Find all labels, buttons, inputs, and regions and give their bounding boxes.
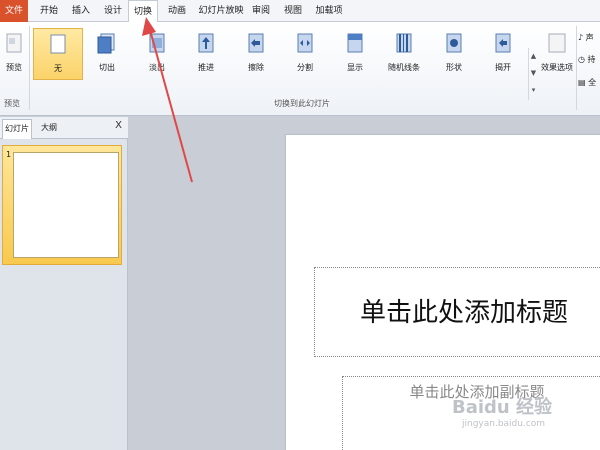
transition-wipe-button[interactable]: 擦除: [231, 28, 281, 80]
watermark: Baidu 经验 jingyan.baidu.com: [452, 393, 552, 429]
shape-icon: [446, 33, 462, 53]
tab-slides[interactable]: 幻灯片: [2, 119, 32, 139]
timing-apply-all[interactable]: ▤ 全: [578, 77, 596, 88]
group-separator: [576, 26, 577, 110]
scroll-down-icon[interactable]: ▼: [529, 65, 538, 82]
effect-options-label: 效果选项: [541, 63, 573, 72]
group-separator: [29, 26, 30, 110]
preview-icon: [6, 33, 22, 53]
transition-label: 分割: [297, 63, 313, 72]
tab-transitions[interactable]: 切换: [128, 0, 158, 23]
cut-icon: [97, 33, 115, 54]
tab-home[interactable]: 开始: [36, 0, 62, 22]
watermark-url: jingyan.baidu.com: [462, 419, 546, 429]
menu-bar: 文件 开始 插入 设计 切换 动画 幻灯片放映 审阅 视图 加载项: [0, 0, 600, 23]
tab-view[interactable]: 视图: [280, 0, 306, 22]
transition-fade-button[interactable]: 淡出: [132, 28, 182, 80]
transition-label: 切出: [99, 63, 115, 72]
preview-group-label: 预览: [4, 99, 20, 108]
scroll-up-icon[interactable]: ▲: [529, 48, 538, 65]
transition-label: 形状: [446, 63, 462, 72]
title-placeholder[interactable]: 单击此处添加标题: [314, 267, 600, 357]
transitions-group-label: 切换到此幻灯片: [274, 99, 330, 108]
tab-insert[interactable]: 插入: [68, 0, 94, 22]
uncover-icon: [495, 33, 511, 53]
more-icon[interactable]: ▾: [529, 82, 538, 99]
transition-cut-button[interactable]: 切出: [82, 28, 132, 80]
transition-uncover-button[interactable]: 揭开: [478, 28, 528, 80]
preview-button[interactable]: 预览: [0, 28, 28, 80]
random-bars-icon: [396, 33, 412, 53]
slide-thumbnail[interactable]: [13, 152, 119, 258]
panel-tabs: 幻灯片 大纲 X: [0, 117, 128, 139]
transition-label: 随机线条: [388, 63, 420, 72]
close-panel-icon[interactable]: X: [115, 120, 122, 131]
split-icon: [297, 33, 313, 53]
effect-options-icon: [548, 33, 566, 53]
apply-all-icon: ▤: [578, 78, 589, 87]
tab-design[interactable]: 设计: [100, 0, 126, 22]
tab-slide-show[interactable]: 幻灯片放映: [198, 0, 244, 22]
transition-shape-button[interactable]: 形状: [429, 28, 479, 80]
slides-panel: 幻灯片 大纲 X 1: [0, 117, 128, 450]
transition-label: 揭开: [495, 63, 511, 72]
transition-label: 显示: [347, 63, 363, 72]
gallery-scroll[interactable]: ▲ ▼ ▾: [528, 48, 538, 100]
transition-none-button[interactable]: 无: [33, 28, 83, 80]
transition-random-bars-button[interactable]: 随机线条: [379, 28, 429, 80]
tab-review[interactable]: 审阅: [248, 0, 274, 22]
timing-duration[interactable]: ◷ 持: [578, 54, 596, 65]
transition-split-button[interactable]: 分割: [280, 28, 330, 80]
wipe-icon: [248, 33, 264, 53]
fade-icon: [149, 33, 165, 53]
tab-file[interactable]: 文件: [0, 0, 28, 22]
transition-label: 推进: [198, 63, 214, 72]
watermark-logo: Baidu 经验: [452, 397, 553, 418]
transition-reveal-button[interactable]: 显示: [330, 28, 380, 80]
ribbon: 预览 预览 无 切出 淡出 推进 擦除 分割 显示 随机线条 形状 揭开 ▲ ▼…: [0, 22, 600, 116]
tab-animations[interactable]: 动画: [164, 0, 190, 22]
transition-label: 淡出: [149, 63, 165, 72]
transition-label: 擦除: [248, 63, 264, 72]
effect-options-button[interactable]: 效果选项: [538, 28, 576, 80]
slide-thumbnail-item[interactable]: 1: [2, 145, 122, 265]
clock-icon: ◷: [578, 55, 588, 64]
push-icon: [198, 33, 214, 53]
preview-label: 预览: [6, 63, 22, 72]
blank-icon: [50, 34, 66, 54]
tab-outline[interactable]: 大纲: [34, 119, 64, 139]
tab-add-ins[interactable]: 加载项: [312, 0, 346, 22]
transition-label: 无: [54, 64, 62, 73]
sound-icon: ♪: [578, 33, 586, 42]
slide-canvas[interactable]: 单击此处添加标题 单击此处添加副标题: [285, 134, 600, 450]
slide-number: 1: [6, 150, 12, 159]
timing-sound[interactable]: ♪ 声: [578, 32, 594, 43]
transition-push-button[interactable]: 推进: [181, 28, 231, 80]
reveal-icon: [347, 33, 363, 53]
